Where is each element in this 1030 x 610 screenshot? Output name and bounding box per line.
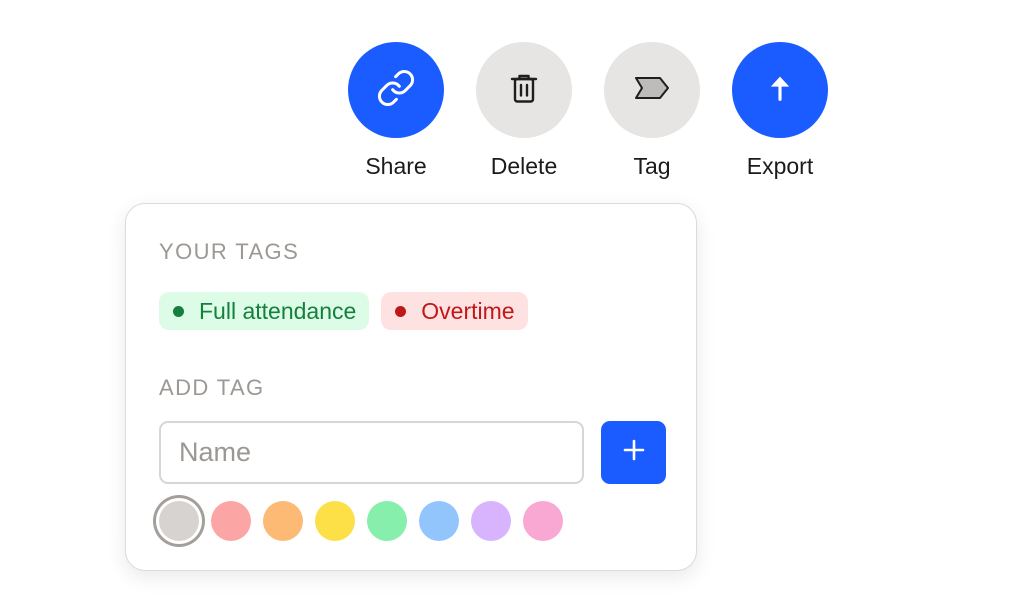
delete-action: Delete — [476, 42, 572, 179]
export-button[interactable] — [732, 42, 828, 138]
tag-panel: YOUR TAGS Full attendance Overtime ADD T… — [125, 203, 697, 571]
action-toolbar: Share Delete Tag Export — [348, 42, 828, 179]
color-swatch-yellow[interactable] — [315, 501, 355, 541]
tag-name-input[interactable] — [159, 421, 584, 484]
share-label: Share — [365, 153, 427, 179]
add-tag-heading: ADD TAG — [159, 375, 265, 400]
tag-list: Full attendance Overtime — [159, 292, 528, 330]
export-action: Export — [732, 42, 828, 179]
tag-chip-full-attendance[interactable]: Full attendance — [159, 292, 370, 330]
tag-chip-label: Full attendance — [199, 297, 357, 324]
tag-chip-overtime[interactable]: Overtime — [381, 292, 528, 330]
color-swatch-orange[interactable] — [263, 501, 303, 541]
share-button[interactable] — [348, 42, 444, 138]
delete-button[interactable] — [476, 42, 572, 138]
color-picker — [156, 501, 596, 541]
color-swatch-gray[interactable] — [159, 501, 199, 541]
arrow-up-icon — [763, 71, 797, 110]
color-swatch-blue[interactable] — [419, 501, 459, 541]
color-swatch-pink[interactable] — [523, 501, 563, 541]
tag-chip-label: Overtime — [421, 297, 515, 324]
plus-icon — [623, 439, 645, 466]
delete-label: Delete — [490, 153, 558, 179]
tag-label: Tag — [633, 153, 671, 179]
export-label: Export — [746, 153, 814, 179]
link-icon — [376, 68, 416, 113]
color-swatch-green[interactable] — [367, 501, 407, 541]
your-tags-heading: YOUR TAGS — [159, 239, 300, 264]
add-tag-button[interactable] — [601, 421, 666, 484]
share-action: Share — [348, 42, 444, 179]
tag-icon — [633, 73, 671, 108]
tag-color-dot — [395, 305, 407, 317]
tag-action: Tag — [604, 42, 700, 179]
tag-color-dot — [173, 305, 184, 317]
color-swatch-purple[interactable] — [471, 501, 511, 541]
tag-button[interactable] — [604, 42, 700, 138]
color-swatch-red[interactable] — [211, 501, 251, 541]
trash-icon — [506, 70, 542, 111]
